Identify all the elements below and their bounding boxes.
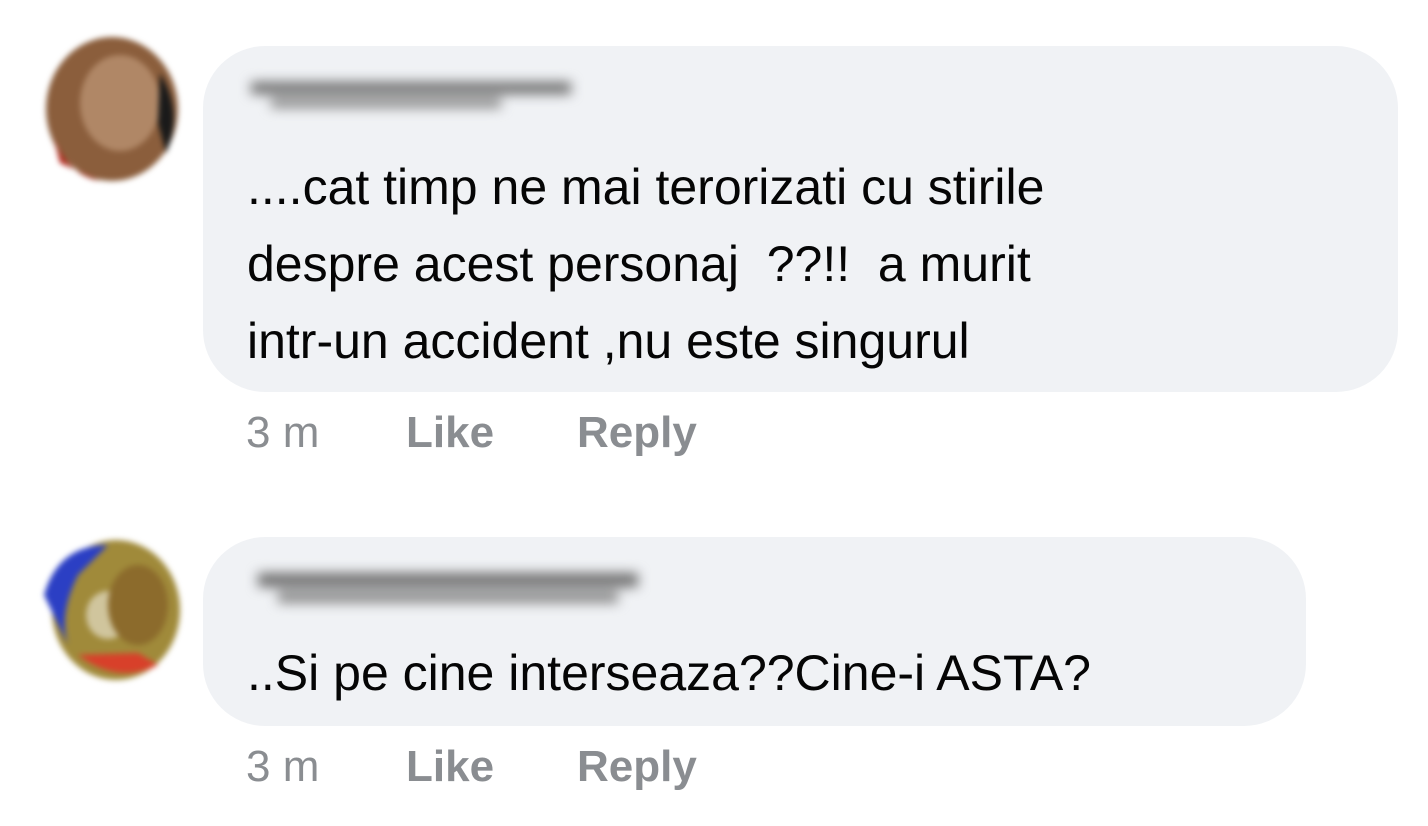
comment-time: 3 m (246, 742, 320, 791)
reply-button[interactable]: Reply (577, 742, 697, 792)
comment-bubble: ..Si pe cine interseaza??Cine-i ASTA? (203, 537, 1306, 726)
like-button[interactable]: Like (406, 408, 494, 458)
redacted-author-name (251, 78, 581, 114)
comment-actions: 3 m Like Reply (246, 742, 846, 796)
comment-time: 3 m (246, 408, 320, 457)
comment-actions: 3 m Like Reply (246, 408, 846, 462)
like-button[interactable]: Like (406, 742, 494, 792)
redacted-author-name (258, 567, 643, 611)
comment-text: ....cat timp ne mai terorizati cu stiril… (247, 159, 1045, 369)
avatar[interactable] (40, 33, 184, 185)
reply-button[interactable]: Reply (577, 408, 697, 458)
avatar[interactable] (38, 535, 186, 685)
comment-text: ..Si pe cine interseaza??Cine-i ASTA? (247, 645, 1091, 701)
comment-bubble: ....cat timp ne mai terorizati cu stiril… (203, 46, 1398, 392)
